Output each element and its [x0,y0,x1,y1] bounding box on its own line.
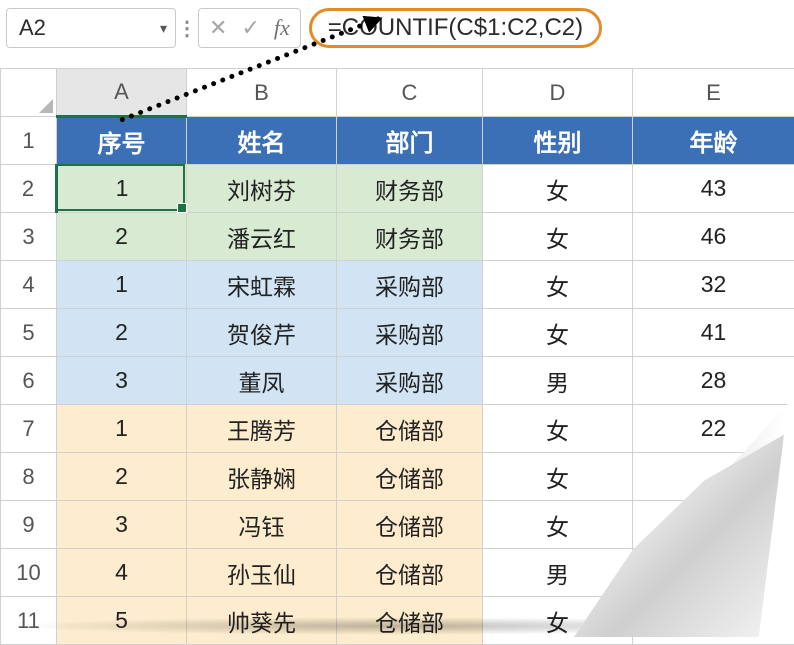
header-cell[interactable]: 年龄 [633,117,794,165]
column-header-E[interactable]: E [633,69,794,117]
table-row: 93冯钰仓储部女 [1,501,794,549]
cell[interactable]: 2 [57,453,187,501]
formula-bar-row: A2 ▾ ⋮ ✕ ✓ fx =COUNTIF(C$1:C2,C2) [0,0,794,52]
name-box-value: A2 [19,15,46,41]
column-header-D[interactable]: D [483,69,633,117]
formula-text: =COUNTIF(C$1:C2,C2) [328,14,583,42]
column-header-C[interactable]: C [337,69,483,117]
column-header-B[interactable]: B [187,69,337,117]
cell[interactable]: 女 [483,405,633,453]
row-header[interactable]: 1 [1,117,57,165]
row-header[interactable]: 9 [1,501,57,549]
cell[interactable]: 宋虹霖 [187,261,337,309]
fx-icon[interactable]: fx [274,17,290,39]
cell[interactable]: 潘云红 [187,213,337,261]
table-row: 41宋虹霖采购部女32 [1,261,794,309]
cell[interactable] [633,501,794,549]
cell[interactable]: 女 [483,213,633,261]
cell[interactable]: 采购部 [337,309,483,357]
table-row: 52贺俊芹采购部女41 [1,309,794,357]
cell[interactable]: 财务部 [337,213,483,261]
cell[interactable]: 4 [57,549,187,597]
enter-icon[interactable]: ✓ [241,17,259,39]
header-cell[interactable]: 性别 [483,117,633,165]
cell[interactable]: 3 [57,357,187,405]
header-cell[interactable]: 序号 [57,117,187,165]
cell[interactable]: 采购部 [337,261,483,309]
cell[interactable]: 王腾芳 [187,405,337,453]
row-header[interactable]: 3 [1,213,57,261]
cell[interactable] [633,453,794,501]
cancel-icon[interactable]: ✕ [209,17,227,39]
cell[interactable]: 女 [483,453,633,501]
header-cell[interactable]: 姓名 [187,117,337,165]
header-cell[interactable]: 部门 [337,117,483,165]
row-header[interactable]: 2 [1,165,57,213]
row-header[interactable]: 6 [1,357,57,405]
table-row: 104孙玉仙仓储部男 [1,549,794,597]
cell[interactable]: 财务部 [337,165,483,213]
cell[interactable]: 1 [57,261,187,309]
cell[interactable]: 刘树芬 [187,165,337,213]
cell[interactable]: 女 [483,309,633,357]
cell[interactable]: 男 [483,357,633,405]
row-header[interactable]: 4 [1,261,57,309]
cell[interactable]: 43 [633,165,794,213]
cell[interactable]: 张静娴 [187,453,337,501]
table-row: 21刘树芬财务部女43 [1,165,794,213]
cell[interactable]: 孙玉仙 [187,549,337,597]
row-header[interactable]: 10 [1,549,57,597]
table-row: 82张静娴仓储部女 [1,453,794,501]
cell[interactable]: 46 [633,213,794,261]
cell[interactable] [633,549,794,597]
cell[interactable]: 32 [633,261,794,309]
column-header-row: A B C D E [1,69,794,117]
cell[interactable]: 2 [57,309,187,357]
table-row: 71王腾芳仓储部女22 [1,405,794,453]
formula-input[interactable]: =COUNTIF(C$1:C2,C2) [309,8,602,48]
cell[interactable]: 22 [633,405,794,453]
cell[interactable]: 仓储部 [337,549,483,597]
cell[interactable]: 董凤 [187,357,337,405]
cell[interactable]: 贺俊芹 [187,309,337,357]
row-header[interactable]: 8 [1,453,57,501]
cell[interactable]: 2 [57,213,187,261]
cell[interactable]: 1 [57,165,187,213]
cell[interactable]: 仓储部 [337,405,483,453]
table-header-row: 1序号姓名部门性别年龄 [1,117,794,165]
name-box[interactable]: A2 ▾ [6,8,176,48]
column-header-A[interactable]: A [57,69,187,117]
cell[interactable]: 女 [483,261,633,309]
cell[interactable]: 1 [57,405,187,453]
chevron-down-icon[interactable]: ▾ [160,20,167,37]
cell[interactable]: 41 [633,309,794,357]
cell[interactable]: 冯钰 [187,501,337,549]
table-row: 63董凤采购部男28 [1,357,794,405]
cell[interactable]: 28 [633,357,794,405]
cell[interactable]: 仓储部 [337,453,483,501]
formula-buttons-group: ✕ ✓ fx [198,8,301,48]
cell[interactable]: 女 [483,501,633,549]
row-header[interactable]: 5 [1,309,57,357]
cell[interactable]: 仓储部 [337,501,483,549]
spreadsheet-grid[interactable]: A B C D E 1序号姓名部门性别年龄21刘树芬财务部女4332潘云红财务部… [0,68,794,645]
row-header[interactable]: 7 [1,405,57,453]
cell[interactable]: 3 [57,501,187,549]
cell[interactable]: 女 [483,165,633,213]
separator-icon: ⋮ [184,16,190,41]
cell[interactable]: 男 [483,549,633,597]
table-row: 32潘云红财务部女46 [1,213,794,261]
select-all-corner[interactable] [1,69,57,117]
drop-shadow [10,617,784,635]
cell[interactable]: 采购部 [337,357,483,405]
